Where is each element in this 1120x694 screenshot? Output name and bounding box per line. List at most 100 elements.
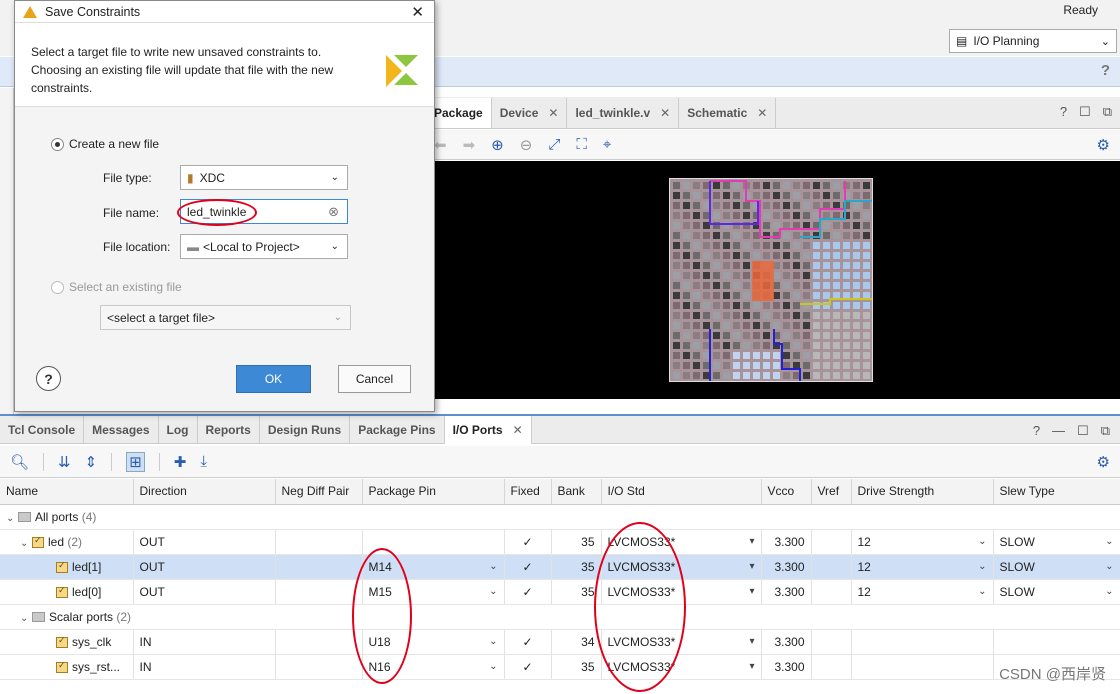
chevron-down-icon[interactable]: ⌄ <box>489 661 497 672</box>
col-neg-diff-pair[interactable]: Neg Diff Pair <box>275 479 363 505</box>
maximize-icon[interactable]: ⧉ <box>1101 423 1110 439</box>
zoom-area-icon[interactable]: ⛶ <box>576 136 587 153</box>
tab-tcl-console[interactable]: Tcl Console <box>0 416 85 444</box>
col-vcco[interactable]: Vcco <box>761 479 812 505</box>
chevron-down-icon[interactable]: ⌄ <box>489 586 497 597</box>
place-ports-icon[interactable]: ⤓ <box>200 453 207 470</box>
help-icon[interactable]: ? <box>1060 104 1067 120</box>
create-new-file-option[interactable]: Create a new file <box>51 137 159 152</box>
close-icon[interactable]: ✕ <box>513 423 523 437</box>
col-vref[interactable]: Vref <box>811 479 852 505</box>
dropdown-arrow-icon[interactable]: ▾ <box>749 586 754 597</box>
dropdown-arrow-icon[interactable]: ▾ <box>749 536 754 547</box>
chevron-down-icon[interactable]: ⌄ <box>489 561 497 572</box>
table-row-scalar-ports[interactable]: ⌄ Scalar ports (2) <box>0 604 1120 630</box>
col-direction[interactable]: Direction <box>133 479 276 505</box>
close-icon[interactable]: ✕ <box>548 106 558 120</box>
zoom-out-icon[interactable]: ⊖ <box>520 136 533 154</box>
table-row[interactable]: sys_clk IN U18⌄ ✓ 34 LVCMOS33*▾ 3.300 <box>0 629 1120 655</box>
tab-package[interactable]: Package <box>426 98 492 128</box>
crosshair-icon[interactable]: ⌖ <box>603 136 611 153</box>
col-bank[interactable]: Bank <box>551 479 602 505</box>
collapse-all-icon[interactable]: ⇊ <box>58 453 71 471</box>
chevron-down-icon[interactable]: ⌄ <box>489 636 497 647</box>
chevron-down-icon[interactable]: ⌄ <box>978 561 986 572</box>
zoom-in-icon[interactable]: ⊕ <box>491 136 504 154</box>
tab-log[interactable]: Log <box>159 416 198 444</box>
chevron-down-icon[interactable]: ⌄ <box>978 536 986 547</box>
chevron-down-icon[interactable]: ⌄ <box>1105 586 1113 597</box>
close-icon[interactable]: ✕ <box>660 106 670 120</box>
file-name-input[interactable]: led_twinkle ⊗ <box>180 199 348 224</box>
minimize-icon[interactable]: — <box>1052 423 1065 439</box>
tab-design-runs[interactable]: Design Runs <box>260 416 351 444</box>
close-icon[interactable]: ✕ <box>757 106 767 120</box>
search-icon[interactable]: 🔍︎ <box>10 453 29 471</box>
table-row[interactable]: sys_rst... IN N16⌄ ✓ 35 LVCMOS33*▾ 3.300 <box>0 654 1120 680</box>
tab-reports[interactable]: Reports <box>198 416 260 444</box>
help-button[interactable]: ? <box>36 366 61 391</box>
add-icon[interactable]: ✚ <box>174 453 187 471</box>
package-pin-grid[interactable] <box>669 178 873 382</box>
chevron-down-icon[interactable]: ⌄ <box>978 586 986 597</box>
table-row[interactable]: led[0] OUT M15⌄ ✓ 35 LVCMOS33*▾ 3.300 12… <box>0 579 1120 605</box>
radio-selected-icon[interactable] <box>51 138 64 152</box>
maximize-icon[interactable]: ⧉ <box>1103 104 1112 120</box>
clear-icon[interactable]: ⊗ <box>328 204 339 220</box>
chevron-down-icon[interactable]: ⌄ <box>1105 561 1113 572</box>
col-slew-type[interactable]: Slew Type <box>993 479 1120 505</box>
file-type-select[interactable]: ▮ XDC ⌄ <box>180 165 348 190</box>
tab-schematic[interactable]: Schematic ✕ <box>679 98 777 128</box>
table-row[interactable]: led[1] OUT M14⌄ ✓ 35 LVCMOS33*▾ 3.300 12… <box>0 554 1120 580</box>
dialog-title-bar[interactable]: Save Constraints ✕ <box>15 1 434 23</box>
cancel-button[interactable]: Cancel <box>338 365 411 393</box>
select-existing-file-option[interactable]: Select an existing file <box>51 280 182 295</box>
file-location-select[interactable]: ▬ <Local to Project> ⌄ <box>180 234 348 259</box>
tab-led-twinkle[interactable]: led_twinkle.v ✕ <box>567 98 680 128</box>
table-row-led[interactable]: ⌄led (2) OUT ✓ 35 LVCMOS33*▾ 3.300 12⌄ S… <box>0 529 1120 555</box>
fixed-checkmark[interactable]: ✓ <box>504 579 552 605</box>
chevron-down-icon[interactable]: ⌄ <box>1105 536 1113 547</box>
fixed-checkmark[interactable]: ✓ <box>504 554 552 580</box>
tab-io-ports[interactable]: I/O Ports ✕ <box>444 416 532 444</box>
fixed-checkmark[interactable]: ✓ <box>504 529 552 555</box>
dropdown-arrow-icon[interactable]: ▾ <box>749 661 754 672</box>
col-fixed[interactable]: Fixed <box>504 479 552 505</box>
gear-icon[interactable]: ⚙ <box>1097 136 1110 154</box>
tab-messages[interactable]: Messages <box>84 416 159 444</box>
pin-cell <box>763 372 770 379</box>
chevron-down-icon[interactable]: ⌄ <box>6 513 18 524</box>
col-name[interactable]: Name <box>0 479 134 505</box>
ok-button[interactable]: OK <box>236 365 311 393</box>
radio-unselected-icon[interactable] <box>51 281 64 295</box>
group-by-interface-icon[interactable]: ⊞ <box>126 451 145 472</box>
back-icon[interactable]: ⬅ <box>434 136 447 154</box>
col-package-pin[interactable]: Package Pin <box>362 479 505 505</box>
chevron-down-icon[interactable]: ⌄ <box>20 613 32 624</box>
help-icon[interactable]: ? <box>1033 423 1040 439</box>
zoom-fit-icon[interactable]: ⤢ <box>548 136 560 153</box>
col-drive-strength[interactable]: Drive Strength <box>851 479 994 505</box>
table-row-all-ports[interactable]: ⌄ All ports (4) <box>0 504 1120 530</box>
tab-device[interactable]: Device ✕ <box>492 98 568 128</box>
help-icon[interactable]: ? <box>1101 62 1110 79</box>
chevron-down-icon[interactable]: ⌄ <box>20 538 32 549</box>
pin-cell <box>763 252 770 259</box>
fixed-checkmark[interactable]: ✓ <box>504 654 552 680</box>
tab-package-pins[interactable]: Package Pins <box>350 416 445 444</box>
layout-select[interactable]: ▤ I/O Planning ⌄ <box>949 29 1117 53</box>
dropdown-arrow-icon[interactable]: ▾ <box>749 561 754 572</box>
pin-cell <box>693 182 700 189</box>
forward-icon[interactable]: ➡ <box>463 136 476 154</box>
fixed-checkmark[interactable]: ✓ <box>504 629 552 655</box>
gear-icon[interactable]: ⚙ <box>1097 453 1110 471</box>
pin-cell <box>693 212 700 219</box>
close-icon[interactable]: ✕ <box>411 3 424 21</box>
col-io-std[interactable]: I/O Std <box>601 479 762 505</box>
existing-file-select[interactable]: <select a target file> ⌄ <box>100 305 351 330</box>
expand-all-icon[interactable]: ⇕ <box>85 453 98 471</box>
dropdown-arrow-icon[interactable]: ▾ <box>749 636 754 647</box>
restore-icon[interactable]: ☐ <box>1077 423 1089 439</box>
restore-icon[interactable]: ☐ <box>1079 104 1091 120</box>
pin-cell <box>733 362 740 369</box>
